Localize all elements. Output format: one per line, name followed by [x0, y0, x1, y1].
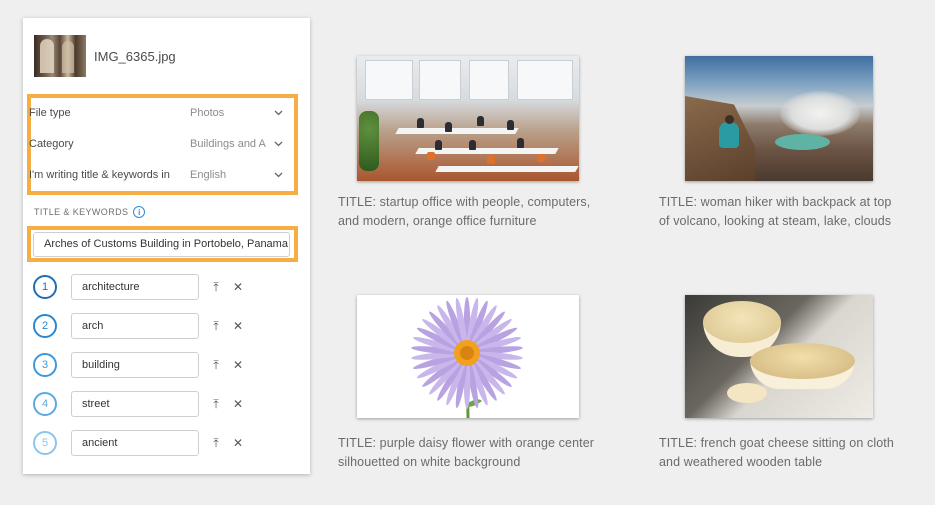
- title-keywords-label: TITLE & KEYWORDS i: [34, 206, 146, 218]
- close-icon[interactable]: ✕: [231, 436, 245, 450]
- setting-label: I'm writing title & keywords in: [29, 169, 170, 181]
- move-to-top-icon[interactable]: ⤒: [209, 358, 223, 372]
- daisy-caption: TITLE: purple daisy flower with orange c…: [338, 434, 594, 472]
- caption-line: of volcano, looking at steam, lake, clou…: [659, 214, 892, 228]
- volcano-photo: [685, 56, 873, 181]
- caption-line: TITLE: purple daisy flower with orange c…: [338, 436, 595, 450]
- caption-line: and modern, orange office furniture: [338, 214, 537, 228]
- keyword-number: 1: [33, 275, 57, 299]
- office-photo: [357, 56, 579, 181]
- daisy-photo: [357, 295, 579, 418]
- close-icon[interactable]: ✕: [231, 358, 245, 372]
- volcano-caption: TITLE: woman hiker with backpack at top …: [659, 193, 891, 231]
- keyword-number: 2: [33, 314, 57, 338]
- category-select[interactable]: Category Buildings and A: [29, 133, 285, 155]
- move-to-top-icon[interactable]: ⤒: [209, 319, 223, 333]
- keyword-input[interactable]: building: [71, 352, 199, 378]
- file-type-select[interactable]: File type Photos: [29, 102, 285, 124]
- caption-line: TITLE: woman hiker with backpack at top: [659, 195, 892, 209]
- close-icon[interactable]: ✕: [231, 280, 245, 294]
- metadata-panel: IMG_6365.jpg File type Photos Category B…: [23, 18, 310, 474]
- setting-value: English: [190, 169, 227, 181]
- caption-line: TITLE: french goat cheese sitting on clo…: [659, 436, 894, 450]
- cheese-photo: [685, 295, 873, 418]
- language-select[interactable]: I'm writing title & keywords in English: [29, 164, 285, 186]
- keyword-number: 3: [33, 353, 57, 377]
- chevron-down-icon: [271, 168, 285, 182]
- title-keywords-text: TITLE & KEYWORDS: [34, 207, 129, 217]
- file-thumbnail: [34, 35, 86, 77]
- keyword-row: 3 building ⤒ ✕: [33, 352, 263, 378]
- keyword-number: 5: [33, 431, 57, 455]
- chevron-down-icon: [271, 106, 285, 120]
- keyword-input[interactable]: architecture: [71, 274, 199, 300]
- caption-line: TITLE: startup office with people, compu…: [338, 195, 591, 209]
- keyword-row: 1 architecture ⤒ ✕: [33, 274, 263, 300]
- file-header: IMG_6365.jpg: [34, 35, 176, 77]
- info-icon[interactable]: i: [133, 206, 146, 218]
- keyword-row: 5 ancient ⤒ ✕: [33, 430, 263, 456]
- keyword-input[interactable]: street: [71, 391, 199, 417]
- cheese-caption: TITLE: french goat cheese sitting on clo…: [659, 434, 894, 472]
- keyword-row: 4 street ⤒ ✕: [33, 391, 263, 417]
- caption-line: and weathered wooden table: [659, 455, 823, 469]
- setting-label: File type: [29, 107, 71, 119]
- office-caption: TITLE: startup office with people, compu…: [338, 193, 590, 231]
- setting-value: Photos: [190, 107, 225, 119]
- caption-line: silhouetted on white background: [338, 455, 521, 469]
- move-to-top-icon[interactable]: ⤒: [209, 280, 223, 294]
- close-icon[interactable]: ✕: [231, 397, 245, 411]
- keyword-row: 2 arch ⤒ ✕: [33, 313, 263, 339]
- title-input[interactable]: Arches of Customs Building in Portobelo,…: [33, 232, 290, 257]
- chevron-down-icon: [271, 137, 285, 151]
- setting-label: Category: [29, 138, 74, 150]
- close-icon[interactable]: ✕: [231, 319, 245, 333]
- keyword-number: 4: [33, 392, 57, 416]
- move-to-top-icon[interactable]: ⤒: [209, 397, 223, 411]
- move-to-top-icon[interactable]: ⤒: [209, 436, 223, 450]
- setting-value: Buildings and A: [190, 138, 266, 150]
- file-name: IMG_6365.jpg: [94, 48, 176, 64]
- keyword-input[interactable]: ancient: [71, 430, 199, 456]
- keyword-input[interactable]: arch: [71, 313, 199, 339]
